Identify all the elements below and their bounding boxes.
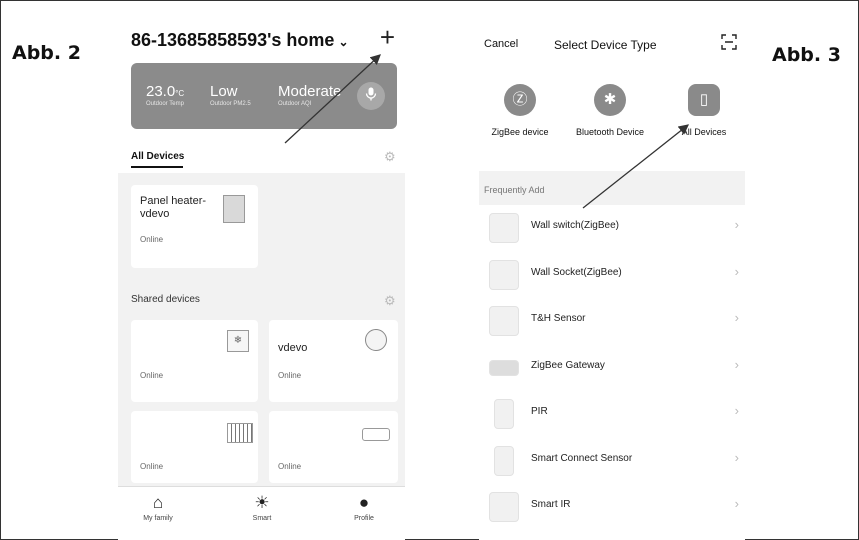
smart-plug-icon	[365, 329, 387, 351]
temp-value: 23.0	[146, 83, 176, 100]
list-item-label: ZigBee Gateway	[531, 360, 605, 371]
device-name: Panel heater-vdevo	[140, 195, 207, 220]
microphone-icon[interactable]	[357, 82, 385, 110]
list-item-label: PIR	[531, 406, 548, 417]
bluetooth-icon: ✱	[594, 84, 626, 116]
sun-icon: ☀	[254, 493, 270, 512]
chevron-right-icon: ›	[734, 217, 739, 232]
frequently-add-header: Frequently Add	[479, 171, 745, 205]
nav-label: My family	[143, 515, 173, 522]
pm25-value: Low	[210, 83, 238, 100]
list-item-label: T&H Sensor	[531, 313, 586, 324]
select-device-type-screen: Cancel Select Device Type Ⓩ ZigBee devic…	[479, 18, 745, 540]
pir-sensor-icon	[494, 399, 514, 429]
pm25-label: Outdoor PM2.5	[210, 101, 251, 107]
zigbee-icon: Ⓩ	[504, 84, 536, 116]
list-item[interactable]: Wall switch(ZigBee) ›	[479, 205, 745, 251]
temp-unit: °C	[175, 89, 185, 98]
device-status: Online	[278, 371, 302, 380]
shared-device-card[interactable]: ❄ Online	[131, 320, 258, 402]
bottom-navigation: ⌂ My family ☀ Smart ● Profile	[118, 486, 405, 540]
door-sensor-icon	[494, 446, 514, 476]
list-item[interactable]: Smart IR ›	[479, 484, 745, 530]
chevron-right-icon: ›	[734, 496, 739, 511]
category-label: Bluetooth Device	[575, 127, 645, 137]
nav-label: Profile	[354, 515, 374, 522]
list-item-label: Smart IR	[531, 499, 571, 510]
profile-icon: ●	[358, 493, 370, 512]
aqi-label: Outdoor AQI	[278, 101, 312, 107]
chevron-right-icon: ›	[734, 357, 739, 372]
device-card-panel-heater[interactable]: Panel heater-vdevo Online	[131, 185, 258, 268]
category-all-devices[interactable]: ▯ All Devices	[661, 84, 745, 137]
category-bluetooth[interactable]: ✱ Bluetooth Device	[567, 84, 653, 137]
chevron-right-icon: ›	[734, 403, 739, 418]
th-sensor-icon	[489, 306, 519, 336]
weather-pm25: Low Outdoor PM2.5	[210, 83, 251, 107]
ir-remote-icon	[362, 428, 390, 441]
chevron-right-icon: ›	[734, 264, 739, 279]
shared-device-card[interactable]: Online	[131, 411, 258, 483]
nav-my-family[interactable]: ⌂ My family	[118, 493, 198, 522]
weather-card: 23.0°C Outdoor Temp Low Outdoor PM2.5 Mo…	[131, 63, 397, 129]
home-title-text: 86-13685858593's home	[131, 30, 335, 50]
tab-all-devices[interactable]: All Devices	[131, 151, 184, 162]
list-item[interactable]: Wall Socket(ZigBee) ›	[479, 252, 745, 298]
weather-temp: 23.0°C Outdoor Temp	[146, 83, 184, 107]
nav-profile[interactable]: ● Profile	[324, 493, 404, 522]
cancel-button[interactable]: Cancel	[484, 38, 518, 50]
air-conditioner-icon: ❄	[227, 330, 249, 352]
nav-label: Smart	[252, 515, 272, 522]
shared-devices-heading: Shared devices	[131, 294, 200, 305]
scan-icon[interactable]	[721, 34, 737, 54]
figure-label-right: Abb. 3	[772, 44, 841, 66]
gear-icon[interactable]: ⚙	[384, 149, 396, 165]
home-screen: 86-13685858593's home ⌄ + 23.0°C Outdoor …	[118, 18, 405, 540]
add-device-button[interactable]: +	[380, 22, 395, 53]
figure-label-left: Abb. 2	[12, 42, 81, 64]
device-status: Online	[140, 462, 164, 471]
home-title-button[interactable]: 86-13685858593's home ⌄	[131, 30, 349, 51]
home-icon: ⌂	[152, 493, 164, 512]
device-status: Online	[278, 462, 302, 471]
wall-switch-icon	[489, 213, 519, 243]
device-status: Online	[140, 371, 164, 380]
temp-label: Outdoor Temp	[146, 101, 184, 107]
panel-heater-icon	[223, 195, 245, 223]
chevron-down-icon: ⌄	[338, 35, 349, 49]
all-devices-icon: ▯	[688, 84, 720, 116]
list-item[interactable]: PIR ›	[479, 391, 745, 437]
zigbee-gateway-icon	[489, 360, 519, 376]
chevron-right-icon: ›	[734, 450, 739, 465]
list-item-label: Smart Connect Sensor	[531, 453, 633, 464]
smart-ir-icon	[489, 492, 519, 522]
shared-device-card[interactable]: Online	[269, 411, 398, 483]
category-label: All Devices	[681, 127, 727, 137]
weather-aqi: Moderate Outdoor AQI	[278, 83, 341, 107]
aqi-value: Moderate	[278, 83, 342, 100]
tab-indicator	[131, 166, 183, 168]
gear-icon[interactable]: ⚙	[384, 293, 396, 309]
category-zigbee[interactable]: Ⓩ ZigBee device	[479, 84, 563, 137]
list-item-label: Wall Socket(ZigBee)	[531, 267, 622, 278]
list-item[interactable]: ZigBee Gateway ›	[479, 345, 745, 391]
shared-device-card[interactable]: vdevo Online	[269, 320, 398, 402]
frequently-add-label: Frequently Add	[484, 185, 545, 195]
list-item-label: Wall switch(ZigBee)	[531, 220, 619, 231]
chevron-right-icon: ›	[734, 310, 739, 325]
screen-title: Select Device Type	[554, 38, 657, 52]
device-name: vdevo	[278, 342, 308, 354]
list-item[interactable]: Smart Connect Sensor ›	[479, 438, 745, 484]
category-label: ZigBee device	[491, 127, 549, 137]
radiator-icon	[227, 423, 253, 443]
list-item[interactable]: T&H Sensor ›	[479, 298, 745, 344]
device-status: Online	[140, 235, 164, 244]
wall-socket-icon	[489, 260, 519, 290]
nav-smart[interactable]: ☀ Smart	[222, 493, 302, 522]
